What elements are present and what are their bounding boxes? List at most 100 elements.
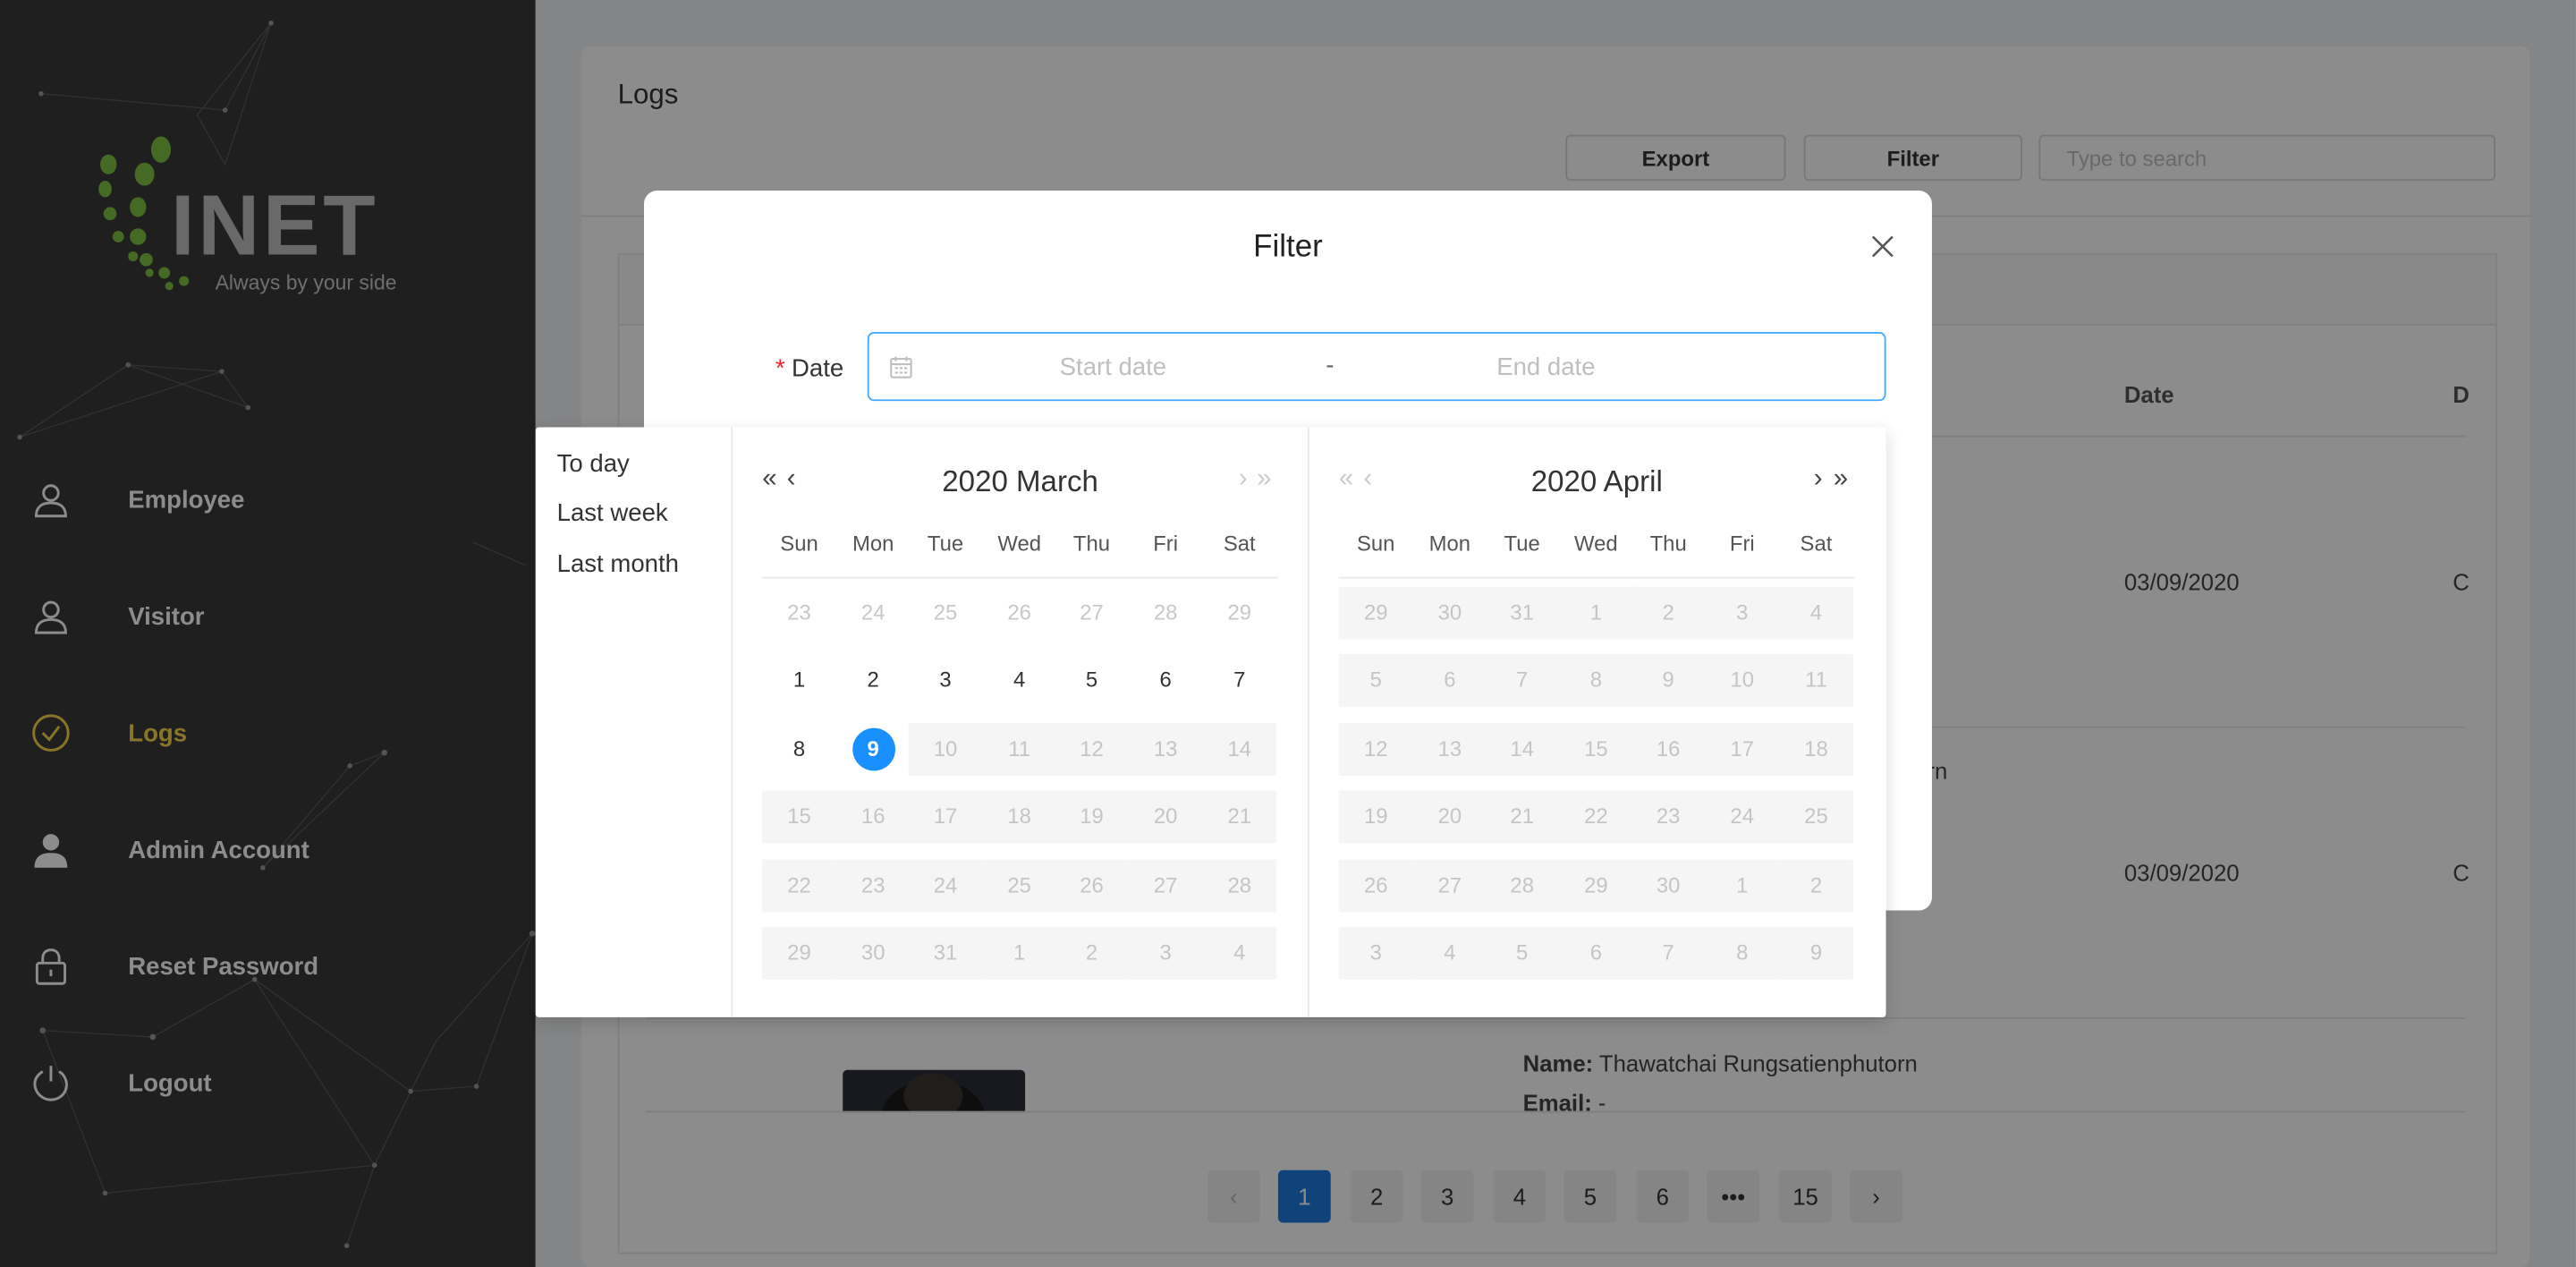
calendar-day: 29 <box>1559 859 1633 913</box>
calendar-day: 3 <box>1705 586 1780 640</box>
calendar-day: 11 <box>982 723 1056 776</box>
calendar-day: 30 <box>1412 586 1487 640</box>
calendar-day: 5 <box>1485 926 1560 980</box>
calendar-day[interactable]: 5 <box>1055 654 1129 707</box>
next-year-button[interactable]: » <box>1834 465 1848 495</box>
calendar-day: 12 <box>1055 723 1129 776</box>
next-year-button[interactable]: » <box>1257 465 1271 495</box>
calendar-day[interactable]: 4 <box>982 654 1056 707</box>
calendar-day[interactable]: 26 <box>982 587 1056 640</box>
calendar-day[interactable]: 2 <box>836 654 911 707</box>
calendar-day: 1 <box>1559 586 1633 640</box>
calendar-day: 26 <box>1338 859 1413 913</box>
calendar-day: 21 <box>1485 790 1560 844</box>
preset-last-month[interactable]: Last month <box>557 550 679 578</box>
calendar-day: 1 <box>1705 859 1780 913</box>
calendar-day: 1 <box>982 926 1056 980</box>
calendar-day: 14 <box>1485 723 1560 776</box>
preset-last-week[interactable]: Last week <box>557 499 668 527</box>
calendar-day: 14 <box>1202 723 1277 776</box>
calendar-day: 31 <box>908 926 983 980</box>
calendar-title: 2020 March <box>942 464 1098 498</box>
calendar-header-divider <box>1338 576 1855 579</box>
next-month-button[interactable]: › <box>1814 465 1823 495</box>
calendar-day: 20 <box>1412 790 1487 844</box>
weekday-header: Fri <box>1153 531 1179 556</box>
calendar-day: 6 <box>1559 926 1633 980</box>
weekday-header: Sat <box>1800 531 1833 556</box>
calendar-day: 27 <box>1412 859 1487 913</box>
calendar-day: 4 <box>1779 586 1853 640</box>
calendar-day: 19 <box>1055 790 1129 844</box>
calendar-day: 16 <box>835 790 911 844</box>
calendar-day: 2 <box>1055 926 1129 980</box>
weekday-header: Wed <box>997 531 1042 556</box>
preset-today[interactable]: To day <box>557 450 630 478</box>
calendar-day[interactable]: 8 <box>762 723 836 776</box>
calendar-day: 28 <box>1202 859 1277 913</box>
calendar-day[interactable]: 23 <box>762 587 836 640</box>
modal-title: Filter <box>1253 230 1323 265</box>
calendar-day: 26 <box>1055 859 1129 913</box>
close-icon[interactable] <box>1866 230 1899 263</box>
calendar-day: 29 <box>1338 586 1413 640</box>
calendar-day: 28 <box>1485 859 1560 913</box>
calendar-day[interactable]: 24 <box>836 587 911 640</box>
calendar-day: 8 <box>1705 926 1780 980</box>
calendar-day: 20 <box>1128 790 1203 844</box>
picker-presets: To day Last week Last month <box>536 427 733 1017</box>
date-range-picker: To day Last week Last month « ‹ 2020 Mar… <box>535 427 1886 1017</box>
range-separator: - <box>1326 352 1335 380</box>
calendar-day: 10 <box>1705 654 1780 707</box>
weekday-header: Sat <box>1223 531 1256 556</box>
calendar-panel-april: « ‹ 2020 April › » Sun Mon Tue Wed Thu Fri Sat… <box>1309 428 1885 1017</box>
calendar-day[interactable]: 27 <box>1055 587 1129 640</box>
end-date-input[interactable]: End date <box>1496 353 1595 381</box>
calendar-day: 4 <box>1202 926 1277 980</box>
calendar-day: 7 <box>1631 926 1706 980</box>
required-asterisk: * <box>775 354 785 383</box>
weekday-header: Mon <box>1428 531 1471 556</box>
calendar-header-divider <box>762 576 1278 579</box>
calendar-day: 30 <box>835 926 911 980</box>
calendar-day[interactable]: 3 <box>909 654 983 707</box>
calendar-day[interactable]: 7 <box>1202 654 1276 707</box>
weekday-header: Fri <box>1729 531 1755 556</box>
calendar-day: 9 <box>1631 654 1706 707</box>
next-month-button[interactable]: › <box>1239 465 1248 495</box>
calendar-day: 10 <box>908 723 983 776</box>
weekday-header: Thu <box>1649 531 1687 556</box>
calendar-day: 16 <box>1631 723 1706 776</box>
weekday-header: Mon <box>852 531 894 556</box>
calendar-day: 8 <box>1559 654 1633 707</box>
calendar-day[interactable]: 6 <box>1129 654 1203 707</box>
calendar-day: 31 <box>1485 586 1560 640</box>
weekday-header: Wed <box>1574 531 1618 556</box>
calendar-day: 4 <box>1412 926 1487 980</box>
calendar-day: 19 <box>1338 790 1413 844</box>
calendar-day: 3 <box>1338 926 1413 980</box>
calendar-day: 6 <box>1412 654 1487 707</box>
weekday-header: Tue <box>1504 531 1540 556</box>
calendar-day: 29 <box>762 926 836 980</box>
calendar-day[interactable]: 9 <box>836 723 911 776</box>
calendar-day[interactable]: 28 <box>1129 587 1203 640</box>
calendar-day: 25 <box>982 859 1056 913</box>
calendar-day: 25 <box>1779 790 1853 844</box>
start-date-input[interactable]: Start date <box>1060 353 1166 381</box>
calendar-day[interactable]: 1 <box>762 654 836 707</box>
calendar-day: 15 <box>1559 723 1633 776</box>
weekday-header: Thu <box>1072 531 1111 556</box>
calendar-day: 17 <box>1705 723 1780 776</box>
calendar-day: 23 <box>1631 790 1706 844</box>
date-field-label: * Date <box>775 354 844 383</box>
date-range-input[interactable]: Start date - End date <box>867 332 1886 402</box>
calendar-day: 3 <box>1128 926 1203 980</box>
calendar-day[interactable]: 25 <box>909 587 983 640</box>
calendar-day: 30 <box>1631 859 1706 913</box>
calendar-day: 12 <box>1338 723 1413 776</box>
calendar-day: 15 <box>762 790 836 844</box>
calendar-day: 21 <box>1202 790 1277 844</box>
calendar-day[interactable]: 29 <box>1202 587 1276 640</box>
calendar-panel-march: « ‹ 2020 March › » Sun Mon Tue Wed Thu Fri Sat… <box>733 427 1309 1017</box>
